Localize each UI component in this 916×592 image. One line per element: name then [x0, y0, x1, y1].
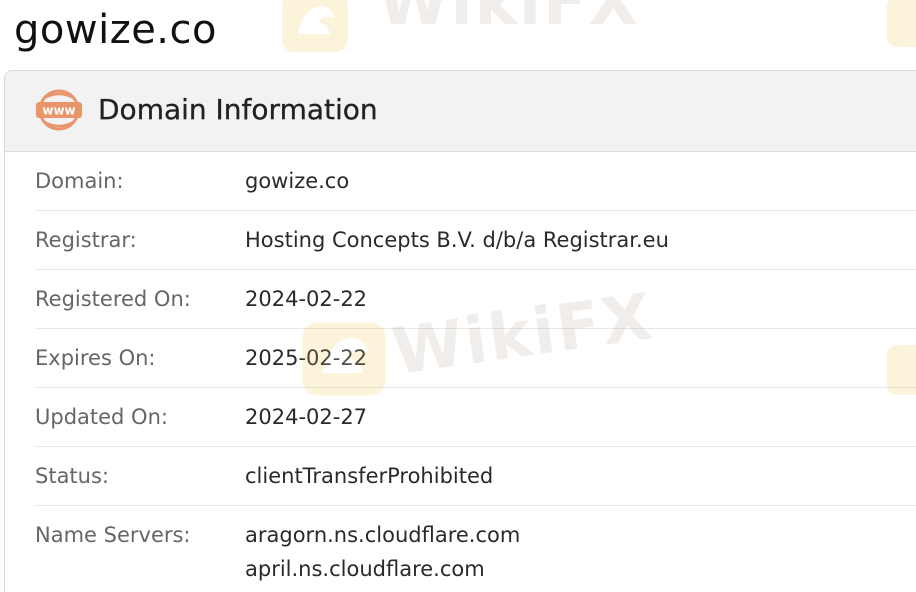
- info-row-registered-on: Registered On: 2024-02-22: [35, 270, 916, 329]
- name-server-item: april.ns.cloudflare.com: [245, 557, 485, 581]
- www-icon-text: www: [42, 104, 75, 118]
- info-value: 2024-02-27: [245, 405, 368, 429]
- info-value: 2024-02-22: [245, 287, 368, 311]
- info-value: Hosting Concepts B.V. d/b/a Registrar.eu: [245, 228, 669, 252]
- info-label: Domain:: [35, 169, 124, 193]
- watermark-logo: [885, 0, 916, 54]
- card-header: www Domain Information: [5, 71, 916, 152]
- info-label: Updated On:: [35, 405, 168, 429]
- domain-info-card: www Domain Information Domain: gowize.co…: [4, 70, 916, 592]
- www-icon: www: [36, 89, 82, 131]
- info-label: Registrar:: [35, 228, 137, 252]
- info-value: gowize.co: [245, 169, 350, 193]
- info-row-updated-on: Updated On: 2024-02-27: [35, 388, 916, 447]
- watermark-logo: [280, 0, 350, 58]
- card-title: Domain Information: [98, 93, 378, 126]
- info-label: Name Servers:: [35, 523, 191, 547]
- watermark-text: WikiFX: [378, 0, 641, 40]
- info-label: Registered On:: [35, 287, 191, 311]
- info-value: 2025-02-22: [245, 346, 368, 370]
- watermark-logo-icon: [282, 0, 348, 52]
- info-value-list: aragorn.ns.cloudflare.com april.ns.cloud…: [245, 518, 520, 586]
- watermark-logo-icon: [886, 0, 916, 47]
- info-value: clientTransferProhibited: [245, 464, 494, 488]
- page-title: gowize.co: [14, 7, 217, 53]
- info-row-expires-on: Expires On: 2025-02-22: [35, 329, 916, 388]
- info-label: Status:: [35, 464, 109, 488]
- domain-info-list: Domain: gowize.co Registrar: Hosting Con…: [35, 152, 916, 592]
- info-row-domain: Domain: gowize.co: [35, 152, 916, 211]
- info-row-name-servers: Name Servers: aragorn.ns.cloudflare.com …: [35, 506, 916, 592]
- info-row-registrar: Registrar: Hosting Concepts B.V. d/b/a R…: [35, 211, 916, 270]
- info-label: Expires On:: [35, 346, 156, 370]
- info-row-status: Status: clientTransferProhibited: [35, 447, 916, 506]
- name-server-item: aragorn.ns.cloudflare.com: [245, 523, 521, 547]
